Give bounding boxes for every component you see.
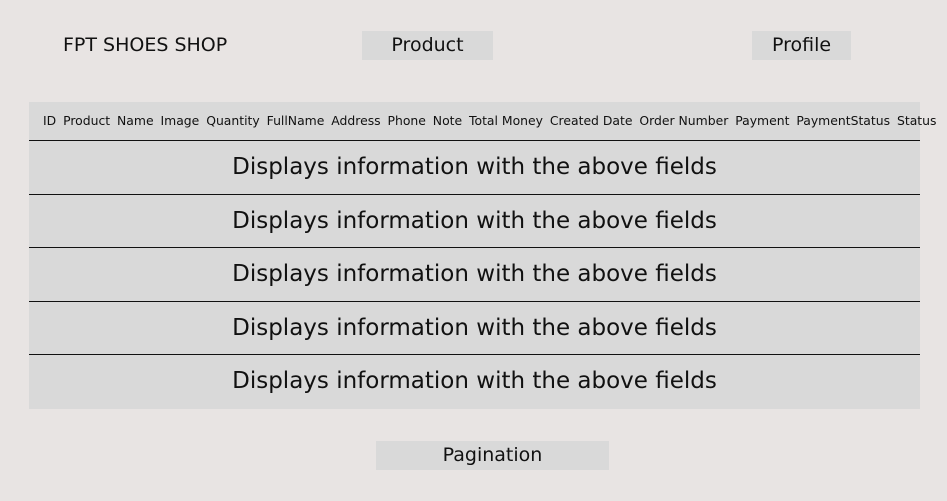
nav-product-button[interactable]: Product: [362, 31, 493, 60]
nav-profile-button[interactable]: Profile: [752, 31, 851, 60]
pagination-button[interactable]: Pagination: [376, 441, 609, 470]
table-row: Displays information with the above fiel…: [29, 141, 920, 195]
column-header-fullname: FullName: [266, 113, 325, 128]
column-header-payment: Payment: [735, 113, 790, 128]
table-header: ID Product Name Image Quantity FullName …: [29, 102, 936, 141]
column-header-id: ID: [43, 113, 57, 128]
column-header-note: Note: [432, 113, 463, 128]
orders-table: ID Product Name Image Quantity FullName …: [29, 102, 936, 409]
table-row: Displays information with the above fiel…: [29, 248, 920, 302]
column-header-payment-status: PaymentStatus: [796, 113, 891, 128]
shop-brand: FPT SHOES SHOP: [63, 34, 228, 56]
table-row: Displays information with the above fiel…: [232, 368, 717, 394]
table-row: Displays information with the above fiel…: [29, 302, 920, 355]
column-header-phone: Phone: [387, 113, 426, 128]
table-row: Displays information with the above fiel…: [29, 195, 920, 248]
column-header-order-number: Order Number: [639, 113, 729, 128]
column-header-address: Address: [331, 113, 381, 128]
column-header-image: Image: [160, 113, 200, 128]
column-header-created-date: Created Date: [549, 113, 633, 128]
column-header-product: Product: [63, 113, 111, 128]
column-header-status: Status: [896, 113, 937, 128]
column-header-name: Name: [117, 113, 154, 128]
column-header-total-money: Total Money: [469, 113, 543, 128]
column-header-quantity: Quantity: [206, 113, 260, 128]
